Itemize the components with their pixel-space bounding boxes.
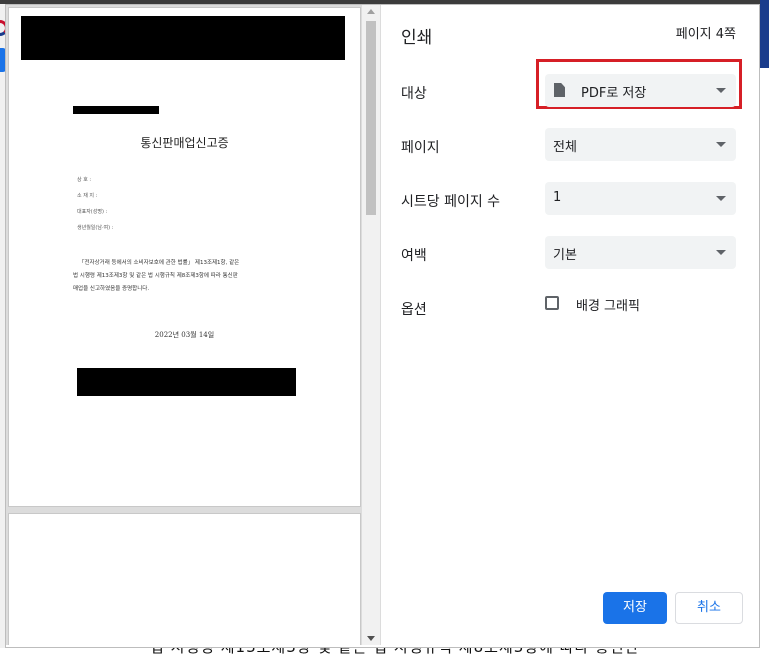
pages-per-sheet-label: 시트당 페이지 수	[401, 194, 501, 210]
margins-label: 여백	[401, 248, 427, 264]
cancel-button[interactable]: 취소	[675, 592, 743, 624]
preview-scrollbar[interactable]	[362, 5, 380, 645]
print-preview[interactable]: 통신판매업신고증 상 호 : 소 재 지 : 대표자(성명) : 생년월일(남·…	[6, 5, 381, 645]
chevron-down-icon	[716, 250, 726, 255]
certificate-body-line: 「전자상거래 등에서의 소비자보호에 관한 법률」 제13조제1항, 같은	[79, 260, 240, 266]
pages-value: 전체	[553, 140, 577, 155]
certificate-date: 2022년 03월 14일	[154, 331, 215, 339]
preview-page-2	[8, 513, 361, 645]
pages-select[interactable]: 전체	[545, 128, 736, 161]
scroll-up-icon[interactable]	[367, 9, 375, 14]
document-icon	[554, 83, 565, 97]
pages-per-sheet-select[interactable]: 1	[545, 182, 736, 215]
chevron-down-icon	[716, 142, 726, 147]
scroll-down-icon[interactable]	[367, 636, 375, 641]
certificate-body-line: 매업을 신고하였음을 증명합니다.	[73, 286, 150, 292]
destination-value: PDF로 저장	[581, 86, 647, 101]
margins-value: 기본	[553, 248, 577, 263]
background-graphics-label[interactable]: 배경 그래픽	[576, 295, 640, 314]
scrollbar-thumb[interactable]	[366, 21, 376, 215]
pages-per-sheet-value: 1	[553, 190, 562, 205]
certificate-body-line: 법 시행령 제13조제3항 및 같은 법 시행규칙 제8조제3항에 따라 통신판	[73, 273, 238, 279]
certificate-field: 대표자(성명) :	[77, 209, 108, 215]
page-count: 페이지 4쪽	[675, 27, 736, 42]
certificate-field: 소 재 지 :	[77, 193, 98, 199]
chevron-down-icon	[716, 88, 726, 93]
destination-select[interactable]: PDF로 저장	[545, 74, 736, 107]
certificate-field: 생년월일(남·여) :	[77, 225, 114, 231]
options-label: 옵션	[401, 302, 427, 318]
certificate-field: 상 호 :	[77, 177, 92, 183]
background-right-marker	[760, 0, 769, 68]
redacted-block	[21, 16, 345, 60]
redacted-block	[77, 368, 296, 396]
preview-page-1: 통신판매업신고증 상 호 : 소 재 지 : 대표자(성명) : 생년월일(남·…	[8, 7, 361, 507]
print-title: 인쇄	[401, 28, 433, 48]
save-button[interactable]: 저장	[603, 592, 667, 624]
destination-label: 대상	[401, 86, 427, 102]
certificate-title: 통신판매업신고증	[140, 136, 229, 150]
pages-label: 페이지	[401, 140, 440, 156]
background-graphics-checkbox[interactable]	[545, 296, 559, 310]
redacted-block	[73, 106, 159, 114]
chevron-down-icon	[716, 196, 726, 201]
margins-select[interactable]: 기본	[545, 236, 736, 269]
